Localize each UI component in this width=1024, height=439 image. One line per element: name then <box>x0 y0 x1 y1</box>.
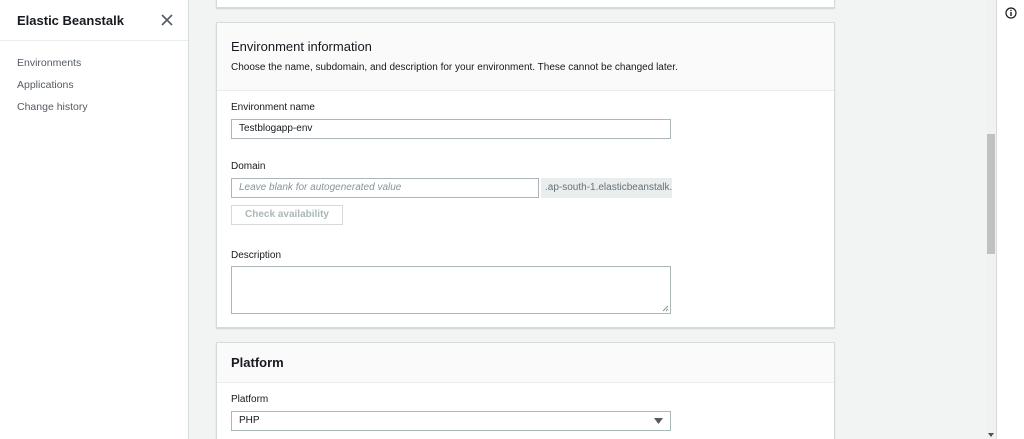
domain-suffix: .ap-south-1.elasticbeanstalk.com <box>541 178 672 198</box>
caret-down-icon <box>654 418 663 424</box>
card-title: Environment information <box>231 39 372 54</box>
platform-selected-value: PHP <box>239 415 260 426</box>
info-icon[interactable] <box>1005 7 1017 19</box>
previous-card <box>216 0 835 8</box>
platform-label: Platform <box>231 394 269 405</box>
domain-input[interactable]: Leave blank for autogenerated value <box>231 178 539 198</box>
platform-card: Platform Platform PHP <box>216 342 835 439</box>
platform-header: Platform <box>217 343 834 383</box>
environment-name-input[interactable]: Testblogapp-env <box>231 119 671 139</box>
card-description: Choose the name, subdomain, and descript… <box>231 62 678 73</box>
description-textarea[interactable] <box>231 266 671 314</box>
sidebar-nav: Environments Applications Change history <box>0 41 188 118</box>
environment-information-header: Environment information Choose the name,… <box>217 23 834 91</box>
main-content: Environment information Choose the name,… <box>189 0 986 439</box>
check-availability-button[interactable]: Check availability <box>231 205 343 225</box>
card-title: Platform <box>231 355 284 370</box>
description-label: Description <box>231 250 282 261</box>
right-panel <box>996 0 1024 439</box>
platform-select[interactable]: PHP <box>231 411 671 431</box>
app: Elastic Beanstalk Environments Applicati… <box>0 0 1024 439</box>
sidebar-header: Elastic Beanstalk <box>0 0 188 41</box>
scrollbar[interactable] <box>986 0 996 439</box>
sidebar-item-environments[interactable]: Environments <box>0 52 188 74</box>
sidebar: Elastic Beanstalk Environments Applicati… <box>0 0 189 439</box>
sidebar-item-change-history[interactable]: Change history <box>0 96 188 118</box>
domain-label: Domain <box>231 161 266 172</box>
resize-grip-icon[interactable] <box>662 305 669 312</box>
environment-information-card: Environment information Choose the name,… <box>216 22 835 328</box>
scroll-down-arrow-icon[interactable] <box>988 433 994 437</box>
sidebar-title: Elastic Beanstalk <box>17 12 124 28</box>
sidebar-item-applications[interactable]: Applications <box>0 74 188 96</box>
scroll-thumb[interactable] <box>987 134 995 254</box>
environment-name-label: Environment name <box>231 102 315 113</box>
close-icon[interactable] <box>160 13 174 27</box>
